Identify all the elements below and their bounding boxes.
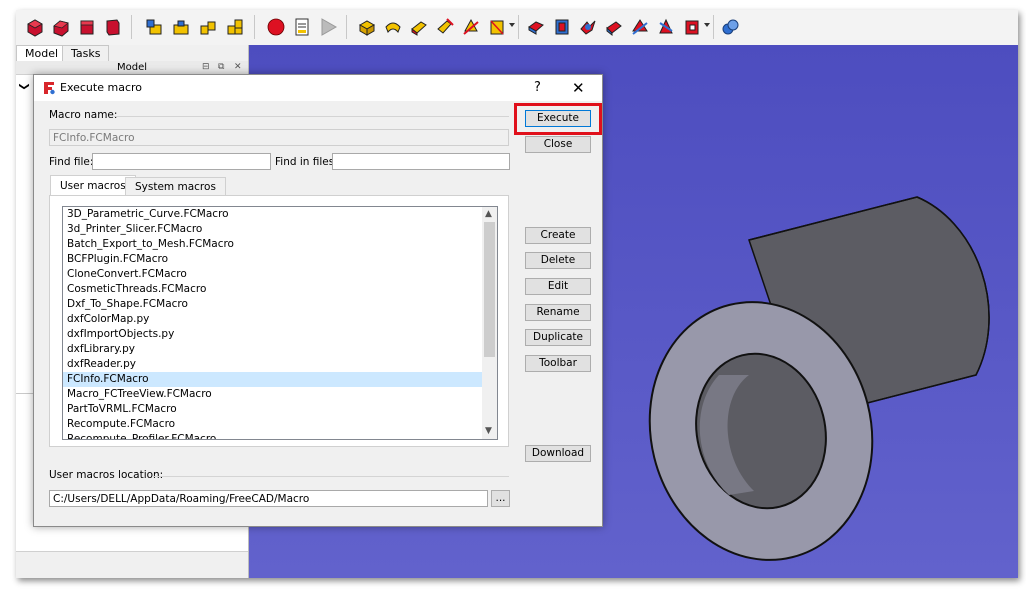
freecad-window: Model Tasks Model ⊟ ⧉ ✕ ❯ Execute macro … [16,10,1018,578]
toolbar-separator [131,15,132,39]
freecad-logo-icon [42,81,56,95]
toolbar-separator [346,15,347,39]
group-line [114,116,509,117]
chamfer-icon[interactable] [461,17,481,37]
minimize-panel-icon[interactable]: ⊟ [202,61,210,74]
scrollbar-thumb[interactable] [484,222,495,357]
common-icon[interactable] [604,17,624,37]
close-button[interactable]: Close [525,136,591,153]
tree-expand-icon[interactable]: ❯ [19,82,30,90]
find-in-files-input[interactable] [332,153,510,170]
list-item[interactable]: 3d_Printer_Slicer.FCMacro [63,222,483,237]
create-group-icon[interactable] [171,17,191,37]
dropdown-arrow-icon[interactable] [509,23,515,27]
toolbar-separator [254,15,255,39]
view-isometric-icon[interactable] [25,17,45,37]
user-macros-pane: 3D_Parametric_Curve.FCMacro 3d_Printer_S… [49,195,509,447]
toolbar-separator [713,15,714,39]
model-panel-header: Model ⊟ ⧉ ✕ [16,61,248,75]
list-item[interactable]: dxfImportObjects.py [63,327,483,342]
tab-system-macros[interactable]: System macros [125,177,226,195]
macro-list[interactable]: 3D_Parametric_Curve.FCMacro 3d_Printer_S… [62,206,498,440]
section-icon[interactable] [630,17,650,37]
tab-tasks[interactable]: Tasks [62,45,110,61]
macro-name-label: Macro name: [49,109,118,121]
list-item[interactable]: CloneConvert.FCMacro [63,267,483,282]
find-file-input[interactable] [92,153,271,170]
list-item-selected[interactable]: FCInfo.FCMacro [63,372,483,387]
list-item[interactable]: dxfLibrary.py [63,342,483,357]
create-part-icon[interactable] [144,17,164,37]
execute-button[interactable]: Execute [525,110,591,127]
list-item[interactable]: Dxf_To_Shape.FCMacro [63,297,483,312]
macros-location-label: User macros location: [49,469,164,481]
cut-icon[interactable] [552,17,572,37]
find-in-files-label: Find in files: [275,156,338,168]
find-file-label: Find file: [49,156,94,168]
help-button[interactable]: ? [534,75,541,101]
list-item[interactable]: Batch_Export_to_Mesh.FCMacro [63,237,483,252]
create-sublink-icon[interactable] [225,17,245,37]
toolbar-separator [518,15,519,39]
list-item[interactable]: dxfColorMap.py [63,312,483,327]
edit-button[interactable]: Edit [525,278,591,295]
combo-view-tabs: Model Tasks [16,45,248,61]
list-item[interactable]: BCFPlugin.FCMacro [63,252,483,267]
dialog-title: Execute macro [60,81,143,94]
split-icon[interactable] [682,17,702,37]
property-panel-footer [16,551,248,578]
close-dialog-button[interactable]: ✕ [572,75,585,101]
make-face-icon[interactable] [487,17,507,37]
download-button[interactable]: Download [525,445,591,462]
extrude-icon[interactable] [357,17,377,37]
dropdown-arrow-icon[interactable] [704,23,710,27]
close-panel-icon[interactable]: ✕ [234,61,242,74]
list-scrollbar[interactable]: ▲ ▼ [482,207,497,439]
toolbar-button[interactable]: Toolbar [525,355,591,372]
view-top-icon[interactable] [77,17,97,37]
dialog-body: Macro name: FCInfo.FCMacro Find file: Fi… [34,101,602,526]
execute-macro-dialog: Execute macro ? ✕ Macro name: FCInfo.FCM… [33,74,603,527]
rename-button[interactable]: Rename [525,304,591,321]
tab-model[interactable]: Model [16,45,68,61]
macro-play-icon[interactable] [318,17,338,37]
view-front-icon[interactable] [51,17,71,37]
check-geometry-icon[interactable] [720,17,740,37]
macros-location-field[interactable]: C:/Users/DELL/AppData/Roaming/FreeCAD/Ma… [49,490,488,507]
delete-button[interactable]: Delete [525,252,591,269]
duplicate-button[interactable]: Duplicate [525,329,591,346]
list-item[interactable]: CosmeticThreads.FCMacro [63,282,483,297]
macro-record-icon[interactable] [266,17,286,37]
float-panel-icon[interactable]: ⧉ [218,61,224,74]
dialog-titlebar[interactable]: Execute macro ? ✕ [34,75,602,101]
create-button[interactable]: Create [525,227,591,244]
join-icon[interactable] [656,17,676,37]
tab-user-macros[interactable]: User macros [50,175,136,196]
list-item[interactable]: dxfReader.py [63,357,483,372]
fuse-icon[interactable] [578,17,598,37]
group-line [152,476,509,477]
boolean-icon[interactable] [526,17,546,37]
mirror-icon[interactable] [409,17,429,37]
revolve-icon[interactable] [383,17,403,37]
list-item[interactable]: PartToVRML.FCMacro [63,402,483,417]
macro-edit-icon[interactable] [292,17,312,37]
fillet-icon[interactable] [435,17,455,37]
model-panel-title: Model [116,62,148,73]
scroll-down-icon[interactable]: ▼ [485,426,492,436]
main-toolbar [16,10,1018,46]
macro-name-field[interactable]: FCInfo.FCMacro [49,129,509,146]
create-link-icon[interactable] [198,17,218,37]
list-item[interactable]: Recompute_Profiler.FCMacro [63,432,483,439]
list-item[interactable]: Macro_FCTreeView.FCMacro [63,387,483,402]
browse-location-button[interactable]: ... [491,490,510,507]
list-item[interactable]: Recompute.FCMacro [63,417,483,432]
scroll-up-icon[interactable]: ▲ [485,209,492,219]
view-right-icon[interactable] [103,17,123,37]
list-item[interactable]: 3D_Parametric_Curve.FCMacro [63,207,483,222]
